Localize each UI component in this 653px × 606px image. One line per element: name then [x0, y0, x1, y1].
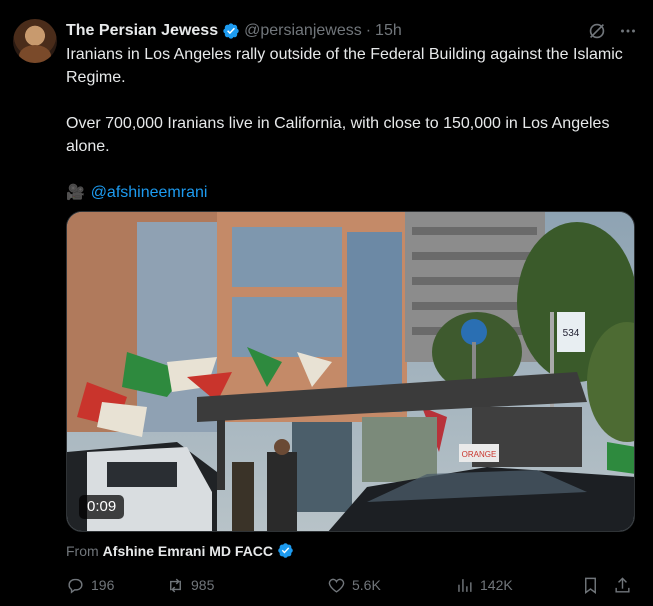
- more-icon[interactable]: [617, 20, 639, 42]
- bookmark-icon: [585, 577, 596, 594]
- tweet-paragraph-2: Over 700,000 Iranians live in California…: [66, 115, 610, 155]
- banner-text: ORANGE: [462, 450, 497, 459]
- repost-count: 985: [191, 577, 215, 593]
- verified-badge-icon: [277, 542, 294, 559]
- verified-badge-icon[interactable]: [222, 22, 240, 40]
- tweet-paragraph-1: Iranians in Los Angeles rally outside of…: [66, 46, 623, 86]
- video-credit: 🎥 @afshineemrani: [66, 181, 636, 204]
- from-attribution: From Afshine Emrani MD FACC: [66, 542, 294, 559]
- action-bar: 196 985 5.6K 142K: [66, 574, 636, 596]
- views-button[interactable]: 142K: [455, 574, 513, 596]
- grok-icon[interactable]: [586, 20, 608, 42]
- like-button[interactable]: 5.6K: [327, 574, 381, 596]
- avatar[interactable]: [13, 19, 57, 63]
- from-prefix: From: [66, 542, 99, 559]
- video-thumbnail: 534 ORANGE: [67, 212, 634, 531]
- reply-icon: [68, 578, 83, 594]
- tweet-text: Iranians in Los Angeles rally outside of…: [66, 43, 636, 204]
- author-name[interactable]: The Persian Jewess: [66, 22, 218, 40]
- reply-count: 196: [91, 577, 115, 593]
- separator-dot: ·: [365, 22, 372, 39]
- repost-button[interactable]: 985: [166, 574, 214, 596]
- bookmark-button[interactable]: [581, 574, 600, 596]
- tweet-header: The Persian Jewess @persianjewess · 15h: [66, 20, 402, 42]
- timestamp[interactable]: 15h: [375, 22, 402, 40]
- reply-button[interactable]: 196: [66, 574, 114, 596]
- repost-icon: [170, 578, 181, 592]
- route-sign-number: 534: [563, 328, 580, 339]
- tweet[interactable]: The Persian Jewess @persianjewess · 15h …: [0, 0, 653, 606]
- source-account[interactable]: Afshine Emrani MD FACC: [103, 543, 273, 559]
- like-icon: [328, 578, 345, 593]
- video-player[interactable]: 534 ORANGE: [66, 211, 635, 532]
- views-icon: [458, 578, 472, 592]
- like-count: 5.6K: [352, 577, 381, 593]
- share-icon: [615, 576, 630, 593]
- author-handle[interactable]: @persianjewess: [244, 22, 362, 40]
- video-duration: 0:09: [79, 495, 125, 519]
- share-button[interactable]: [613, 574, 632, 596]
- views-count: 142K: [480, 577, 513, 593]
- mention-link[interactable]: @afshineemrani: [91, 181, 208, 204]
- movie-camera-icon: 🎥: [66, 184, 85, 201]
